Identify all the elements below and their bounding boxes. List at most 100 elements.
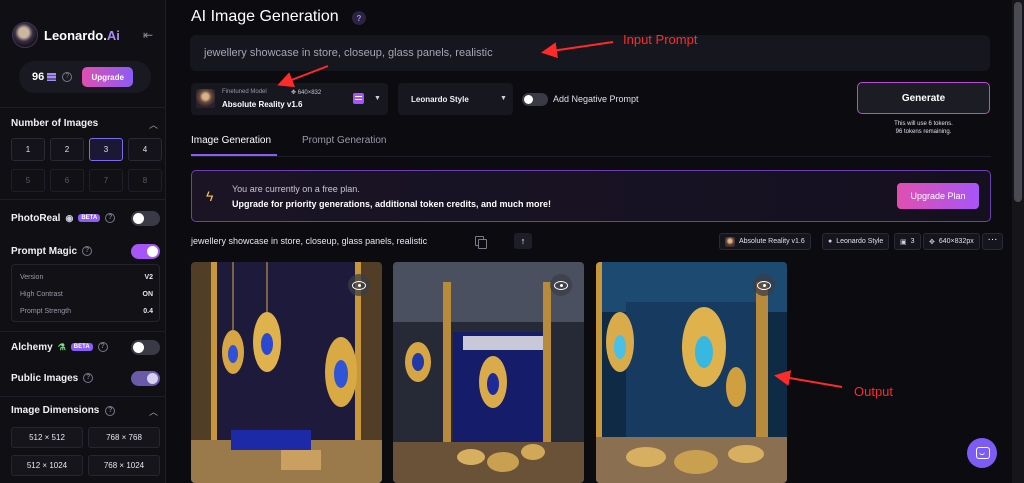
negative-prompt-toggle[interactable] — [522, 93, 548, 106]
eye-icon[interactable] — [753, 274, 775, 296]
flask-icon: ⚗ — [57, 341, 66, 352]
model-type-label: Finetuned Model — [222, 89, 267, 95]
upgrade-button[interactable]: Upgrade — [82, 67, 134, 87]
dimension-option[interactable]: 768 × 768 — [88, 427, 160, 448]
token-stack-icon — [47, 73, 57, 81]
tab-image-generation[interactable]: Image Generation — [191, 135, 271, 146]
output-annotation: Output — [854, 384, 894, 399]
magic-contrast-row: High Contrast ON — [20, 291, 153, 298]
dims-chip[interactable]: ✥ 640×832px — [923, 233, 980, 250]
token-cost-note: This will use 6 tokens. 96 tokens remain… — [894, 121, 953, 135]
banner-line-2: Upgrade for priority generations, additi… — [232, 199, 552, 209]
num-images-option-7[interactable]: 7 — [89, 169, 123, 192]
num-images-option-1[interactable]: 1 — [11, 138, 45, 161]
image-dimensions-title: Image Dimensions ? — [11, 405, 116, 416]
public-images-label: Public Images — [11, 372, 79, 384]
help-icon[interactable]: ? — [82, 246, 93, 256]
number-of-images-title: Number of Images — [11, 118, 99, 129]
generation-prompt: jewellery showcase in store, closeup, gl… — [191, 236, 428, 246]
model-details-icon[interactable] — [353, 93, 364, 104]
divider — [0, 331, 166, 332]
brand-logo — [12, 22, 38, 48]
help-icon[interactable]: ? — [97, 342, 108, 352]
image-dimensions-grid: 512 × 512 768 × 768 512 × 1024 768 × 102… — [11, 427, 160, 476]
prompt-magic-row: Prompt Magic ? — [11, 242, 160, 260]
photoreal-label: PhotoReal — [11, 212, 61, 224]
generation-meta-row: jewellery showcase in store, closeup, gl… — [191, 232, 1003, 252]
photoreal-toggle[interactable] — [131, 210, 160, 226]
style-select[interactable]: Leonardo Style ▼ — [398, 83, 513, 115]
generated-image-2[interactable] — [393, 262, 584, 483]
num-images-option-8[interactable]: 8 — [128, 169, 162, 192]
dimension-option[interactable]: 512 × 512 — [11, 427, 83, 448]
divider — [0, 107, 166, 108]
beta-badge: BETA — [78, 214, 101, 222]
generated-image-3[interactable] — [596, 262, 787, 483]
chat-support-button[interactable] — [967, 438, 997, 468]
alchemy-row: Alchemy ⚗ BETA ? — [11, 338, 160, 356]
token-count: 96 — [32, 71, 45, 83]
arrow-up-icon[interactable]: ↑ — [514, 233, 532, 249]
scrollbar-thumb[interactable] — [1014, 2, 1022, 202]
chevron-up-icon[interactable]: ︿ — [149, 405, 158, 418]
brand[interactable]: Leonardo.Ai — [12, 22, 120, 48]
help-icon[interactable]: ? — [352, 11, 366, 25]
alchemy-toggle[interactable] — [131, 339, 160, 355]
model-thumbnail — [196, 89, 215, 108]
num-images-option-6[interactable]: 6 — [50, 169, 84, 192]
generate-button[interactable]: Generate — [857, 82, 990, 114]
help-icon[interactable]: ? — [105, 405, 116, 416]
dimension-option[interactable]: 512 × 1024 — [11, 455, 83, 476]
active-tab-indicator — [191, 154, 277, 156]
model-select[interactable]: Finetuned Model ✥ 640×832 Absolute Reali… — [191, 83, 388, 115]
model-name: Absolute Reality v1.6 — [222, 100, 303, 109]
prompt-input[interactable]: jewellery showcase in store, closeup, gl… — [190, 35, 990, 71]
num-images-option-5[interactable]: 5 — [11, 169, 45, 192]
images-icon: ▣ — [900, 238, 907, 246]
model-chip[interactable]: Absolute Reality v1.6 — [719, 233, 811, 250]
beta-badge: BETA — [70, 343, 93, 351]
alchemy-label: Alchemy — [11, 341, 53, 353]
style-chip[interactable]: ● Leonardo Style — [822, 233, 890, 250]
lightning-icon: ϟ — [206, 188, 214, 204]
camera-icon: ◉ — [65, 212, 74, 223]
drop-icon: ● — [828, 238, 833, 245]
prompt-magic-toggle[interactable] — [131, 243, 160, 259]
divider — [0, 396, 166, 397]
num-images-option-4[interactable]: 4 — [128, 138, 162, 161]
model-thumbnail — [725, 236, 735, 247]
help-icon[interactable]: ? — [105, 213, 116, 223]
negative-prompt-label: Add Negative Prompt — [553, 94, 639, 104]
resize-icon: ✥ — [929, 238, 935, 246]
brand-name: Leonardo.Ai — [44, 27, 120, 43]
dimension-option[interactable]: 768 × 1024 — [88, 455, 160, 476]
help-icon[interactable]: ? — [62, 72, 73, 82]
generated-image-1[interactable] — [191, 262, 382, 483]
eye-icon[interactable] — [348, 274, 370, 296]
caret-down-icon: ▼ — [500, 95, 507, 102]
tab-bar: Image Generation Prompt Generation — [191, 135, 991, 157]
count-chip[interactable]: ▣ 3 — [894, 233, 921, 250]
collapse-sidebar-icon[interactable]: ⇤ — [143, 29, 157, 41]
page-title: AI Image Generation — [191, 8, 339, 25]
banner-line-1: You are currently on a free plan. — [232, 184, 360, 194]
magic-strength-row: Prompt Strength 0.4 — [20, 308, 153, 315]
more-options-button[interactable]: ··· — [982, 233, 1003, 250]
eye-icon[interactable] — [550, 274, 572, 296]
input-prompt-annotation: Input Prompt — [623, 32, 698, 47]
upgrade-banner: ϟ You are currently on a free plan. Upgr… — [191, 170, 991, 222]
public-images-row: Public Images ? — [11, 369, 160, 387]
num-images-option-3[interactable]: 3 — [89, 138, 123, 161]
help-icon[interactable]: ? — [83, 373, 94, 383]
scrollbar[interactable] — [1012, 0, 1024, 483]
tab-prompt-generation[interactable]: Prompt Generation — [302, 135, 387, 146]
prompt-magic-settings[interactable]: Version V2 High Contrast ON Prompt Strengt… — [11, 264, 160, 322]
sidebar: Leonardo.Ai ⇤ 96 ? Upgrade Number of Ima… — [0, 0, 166, 483]
upgrade-plan-button[interactable]: Upgrade Plan — [897, 183, 979, 209]
main-content: AI Image Generation ? jewellery showcase… — [176, 0, 1012, 483]
chevron-up-icon[interactable]: ︿ — [149, 118, 158, 131]
caret-down-icon: ▼ — [374, 95, 381, 102]
public-images-toggle[interactable] — [131, 370, 160, 386]
copy-icon[interactable] — [475, 236, 487, 249]
num-images-option-2[interactable]: 2 — [50, 138, 84, 161]
